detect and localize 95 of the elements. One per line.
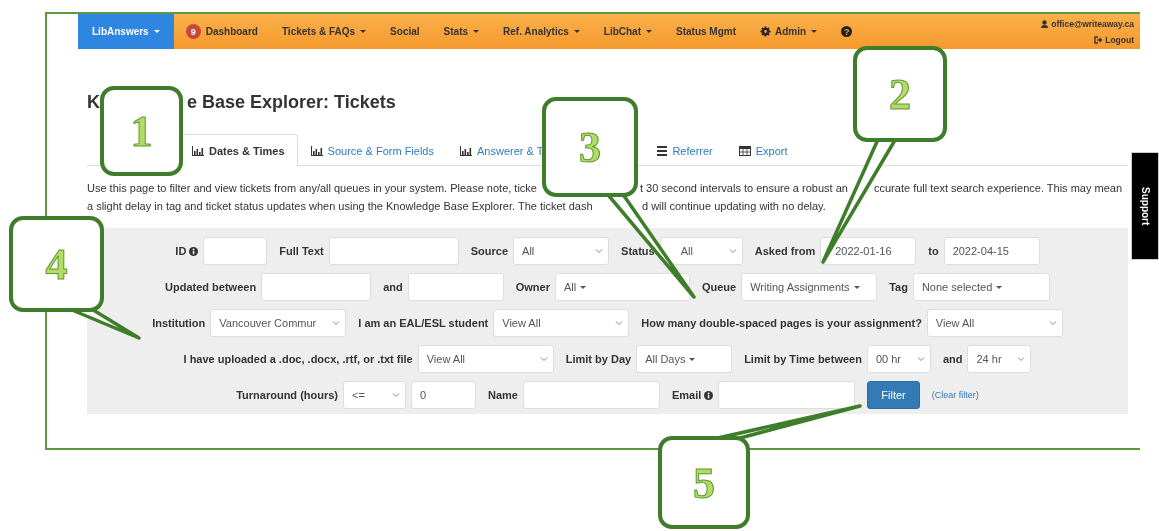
select-field[interactable]: All [513,237,610,265]
input-field[interactable] [407,273,504,301]
dropdown-button[interactable]: Writing Assignments [741,273,878,301]
bar-chart-icon [460,145,472,156]
caret-icon [689,357,696,361]
sign-out-icon [1094,35,1103,44]
caret-icon [580,285,587,289]
field-label: I have uploaded a .doc, .docx, .rtf, or .txt file [183,353,413,365]
list-icon [657,145,668,156]
nav-menu-item[interactable]: Social [378,14,432,49]
select-field[interactable]: 00 hr [866,345,931,373]
notice-text: Use this page to filter and view tickets from any/all queues in your system. Please note, ticke [87,181,537,196]
input-field[interactable] [718,381,856,409]
filter-button[interactable]: Filter [867,381,920,409]
dropdown-button[interactable]: All Days [636,345,733,373]
select-field[interactable]: View All [926,309,1063,337]
field-label: How many double-spaced pages is your assignment? [641,317,922,329]
field-label: and [942,353,963,365]
select-field[interactable]: All [659,237,743,265]
bar-chart-icon [310,145,323,156]
input-field[interactable] [203,237,268,265]
chevron-down-icon [1017,356,1026,362]
nav-menu-item[interactable]: Ref. Analytics [491,14,592,49]
nav-menu-item[interactable]: Tickets & FAQs [269,14,379,49]
callout-number: 3 [579,123,601,172]
nav-menu-item[interactable]: Admin [748,14,830,49]
bar-chart-icon [192,145,204,156]
tab[interactable]: Source & Form Fields [297,134,447,166]
dropdown-button[interactable]: None selected [912,273,1050,301]
field-label: Full Text [279,245,324,257]
callout-number: 4 [45,240,68,289]
field-label: Turnaround (hours) [236,389,338,401]
input-field[interactable] [328,237,459,265]
input-field[interactable]: 2022-04-15 [943,237,1040,265]
callout-number: 1 [130,107,153,156]
select-field[interactable]: View All [417,345,554,373]
caret-icon [853,285,860,289]
logout-link[interactable]: Logout [1105,34,1134,45]
field-label: Asked from [754,245,816,257]
chevron-down-icon [1048,320,1057,326]
field-label: Email [672,389,714,401]
dropdown-button[interactable]: All [554,273,690,301]
field-label: Source [470,245,509,257]
notice-text: ccurate full text search experience. This may mean [874,181,1123,196]
field-label: and [383,281,403,293]
callout-number: 2 [889,70,911,119]
nav-menu-item[interactable]: Stats [431,14,492,49]
field-label: Updated between [165,281,257,293]
table-icon [738,145,751,156]
select-field[interactable]: View All [493,309,630,337]
chevron-down-icon [728,248,737,254]
input-field[interactable] [523,381,660,409]
field-label: Institution [152,317,206,329]
chevron-down-icon [595,248,604,254]
field-label: Limit by Day [565,353,632,365]
input-field[interactable] [261,273,372,301]
chevron-down-icon [392,392,400,398]
chevron-down-icon [332,320,341,326]
field-label: Name [488,389,518,401]
help-icon[interactable]: ? [841,26,853,37]
support-tab[interactable]: Support [1131,152,1159,260]
select-field[interactable]: Vancouver Commur [210,309,347,337]
notice-text: a slight delay in tag and ticket status updates when using the Knowledge Base Explorer. The ticket dash [87,199,593,214]
notice-text: d will continue updating with no delay. [642,199,826,214]
chevron-down-icon [539,356,548,362]
nav-menu-item[interactable]: LibChat [591,14,664,49]
chevron-down-icon [916,356,925,362]
field-label: Limit by Time between [744,353,862,365]
field-label: Tag [889,281,908,293]
select-field[interactable]: <= [343,381,406,409]
nav-menu-item[interactable]: 9 Dashboard [173,14,270,49]
nav-menu-item[interactable]: Status Mgmt [664,14,748,49]
field-label: to [928,245,939,257]
field-label: Queue [701,281,737,293]
callout-number: 5 [693,458,715,508]
field-label: ID [175,245,199,257]
input-field[interactable]: 2022-01-16 [820,237,917,265]
page-title: e Base Explorer: Tickets [187,91,396,113]
tab[interactable]: Referrer [644,134,726,166]
notice-text: t 30 second intervals to ensure a robust an [640,181,848,196]
select-field[interactable]: 24 hr [967,345,1032,373]
field-label: Status [621,245,655,257]
nav-menu-item[interactable]: LibAnswers [78,14,174,49]
user-icon [1041,19,1049,28]
field-label: I am an EAL/ESL student [358,317,489,329]
gear-icon [760,26,771,37]
user-email[interactable]: office@writeaway.ca [1051,18,1134,29]
caret-icon [996,285,1003,289]
count-badge: 9 [185,24,201,39]
field-label: Owner [515,281,550,293]
clear-filter-link[interactable]: (Clear filter) [931,390,979,400]
page-title: K [87,91,100,113]
chevron-down-icon [615,320,624,326]
input-field[interactable]: 0 [411,381,476,409]
tab[interactable]: Export [725,134,801,166]
